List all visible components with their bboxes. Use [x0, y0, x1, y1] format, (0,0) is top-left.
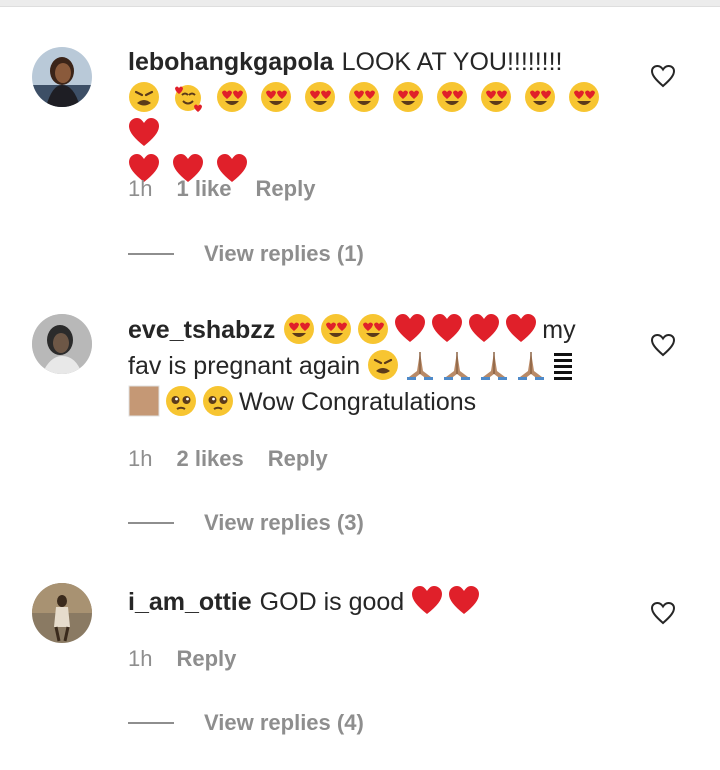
view-replies-button[interactable]: View replies (3)	[128, 510, 364, 536]
avatar[interactable]	[32, 314, 92, 374]
heart-eyes-icon	[392, 82, 423, 113]
comment-text: GOD is good	[259, 588, 405, 616]
heart-eyes-icon	[348, 82, 379, 113]
view-replies-label: View replies (4)	[204, 710, 364, 735]
comment-username[interactable]: eve_tshabzz	[128, 316, 275, 344]
replies-divider-line	[128, 522, 174, 524]
folded-hands-icon	[481, 352, 508, 381]
comment-username[interactable]: lebohangkgapola	[128, 48, 334, 76]
like-heart-icon[interactable]	[650, 601, 676, 625]
folded-hands-icon	[407, 352, 434, 381]
comment-body: eve_tshabzz my fav is pregnant again Wow …	[128, 312, 608, 420]
avatar[interactable]	[32, 47, 92, 107]
folded-hands-icon	[518, 352, 545, 381]
red-heart-icon	[469, 314, 500, 343]
replies-divider-line	[128, 253, 174, 255]
view-replies-label: View replies (3)	[204, 510, 364, 535]
heart-eyes-icon	[358, 314, 389, 345]
comment-text-end: Wow Congratulations	[239, 388, 477, 416]
heart-eyes-icon	[284, 314, 315, 345]
pleading-face-icon	[203, 386, 233, 417]
comment-username[interactable]: i_am_ottie	[128, 588, 252, 616]
heart-eyes-icon	[304, 82, 335, 113]
red-heart-icon	[129, 118, 159, 147]
skin-tone-swatch-icon	[128, 385, 160, 417]
folded-hands-icon	[444, 352, 471, 381]
comment-time: 1h	[128, 646, 153, 671]
smiling-face-with-hearts-icon	[174, 85, 202, 113]
comment-time: 1h	[128, 446, 153, 471]
avatar[interactable]	[32, 583, 92, 643]
comment-meta: 1h 2 likes Reply	[128, 446, 328, 472]
heart-eyes-icon	[260, 82, 291, 113]
red-heart-icon	[506, 314, 537, 343]
replies-divider-line	[128, 722, 174, 724]
comment-meta: 1h Reply	[128, 646, 236, 672]
heart-eyes-icon	[480, 82, 511, 113]
comment-meta: 1h 1 like Reply	[128, 176, 315, 202]
comment-text: LOOK AT YOU!!!!!!!!	[341, 48, 563, 76]
heart-eyes-icon	[568, 82, 599, 113]
heart-eyes-icon	[216, 82, 247, 113]
like-heart-icon[interactable]	[650, 333, 676, 357]
stacked-lines-icon	[554, 353, 573, 381]
heart-eyes-icon	[524, 82, 555, 113]
reply-button[interactable]: Reply	[176, 646, 236, 672]
pleading-face-icon	[166, 386, 196, 417]
weary-face-icon	[129, 82, 159, 113]
view-replies-button[interactable]: View replies (4)	[128, 710, 364, 736]
heart-eyes-icon	[321, 314, 352, 345]
red-heart-icon	[395, 314, 426, 343]
reply-button[interactable]: Reply	[256, 176, 316, 202]
comment-body: lebohangkgapola LOOK AT YOU!!!!!!!!	[128, 44, 608, 188]
like-heart-icon[interactable]	[650, 64, 676, 88]
top-divider	[0, 0, 720, 7]
like-count[interactable]: 2 likes	[176, 446, 243, 472]
weary-face-icon	[368, 350, 399, 381]
heart-eyes-icon	[436, 82, 467, 113]
reply-button[interactable]: Reply	[268, 446, 328, 472]
view-replies-button[interactable]: View replies (1)	[128, 241, 364, 267]
red-heart-icon	[412, 586, 443, 615]
red-heart-icon	[449, 586, 480, 615]
comment-body: i_am_ottie GOD is good	[128, 584, 608, 620]
view-replies-label: View replies (1)	[204, 241, 364, 266]
comment-time: 1h	[128, 176, 153, 201]
red-heart-icon	[432, 314, 463, 343]
like-count[interactable]: 1 like	[176, 176, 231, 202]
